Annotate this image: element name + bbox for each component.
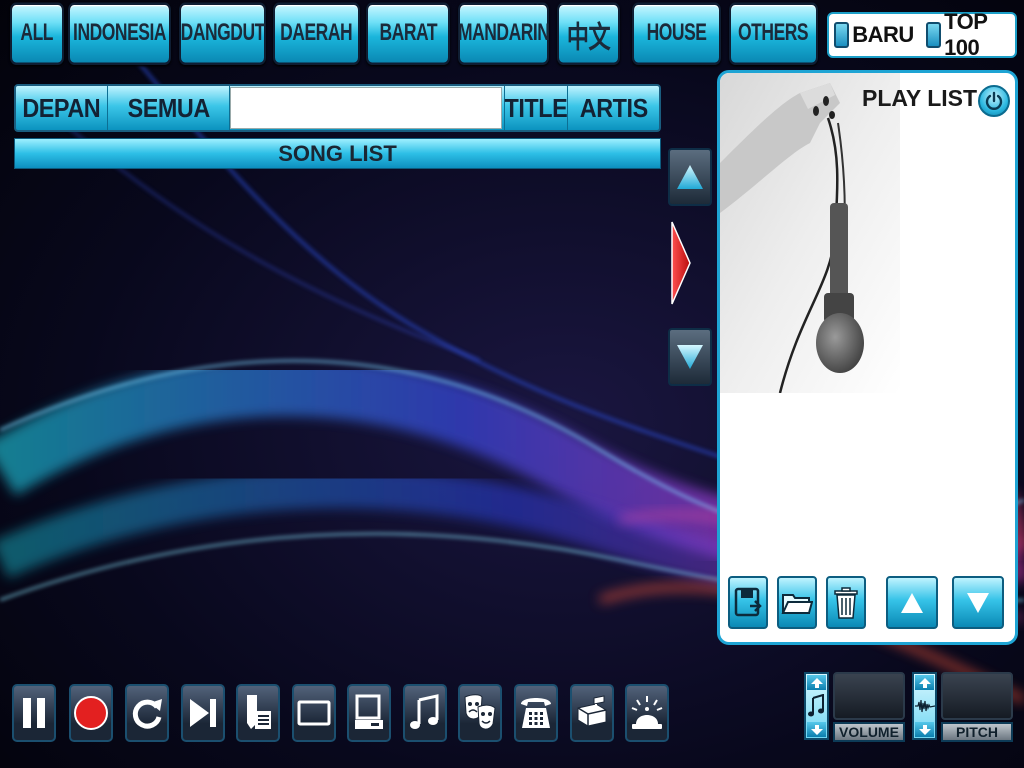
waveform-icon: [915, 699, 935, 713]
category-tab-label: ALL: [20, 20, 54, 47]
music-button[interactable]: [403, 684, 447, 742]
trash-icon: [834, 586, 858, 619]
pitch-down-button[interactable]: [915, 722, 934, 737]
top100-checkbox[interactable]: [925, 22, 942, 48]
category-tab-label: INDONESIA: [73, 20, 167, 47]
delete-song-button[interactable]: [826, 576, 866, 629]
music-note-icon: [410, 694, 439, 729]
category-tab[interactable]: DAERAH: [273, 2, 360, 65]
volume-down-button[interactable]: [807, 722, 826, 737]
drama-button[interactable]: [458, 684, 502, 742]
search-by-title-label: TITLE: [504, 92, 568, 123]
play-selected-arrow-icon[interactable]: [670, 220, 692, 306]
arrow-down-icon: [918, 724, 931, 735]
category-tab[interactable]: DANGDUT: [179, 2, 266, 65]
save-playlist-button[interactable]: [728, 576, 768, 629]
volume-display: [833, 672, 905, 720]
search-mode-front-button[interactable]: DEPAN: [16, 86, 108, 130]
pitch-control-strip: [912, 672, 937, 740]
telephone-icon: [521, 698, 551, 728]
volume-label: VOLUME: [833, 722, 905, 742]
screen-button[interactable]: [292, 684, 336, 742]
arrow-down-icon: [810, 724, 823, 735]
computer-icon: [355, 694, 383, 729]
search-mode-all-label: SEMUA: [127, 92, 210, 123]
category-tab[interactable]: 中文: [557, 2, 620, 65]
category-tab-label: BARAT: [379, 20, 437, 47]
search-by-artist-label: ARTIS: [579, 92, 648, 123]
category-tab-label: DANGDUT: [180, 20, 265, 47]
category-tab[interactable]: ALL: [10, 2, 64, 65]
open-folder-icon: [781, 593, 813, 614]
record-button[interactable]: [69, 684, 113, 742]
pause-icon: [23, 698, 45, 728]
volume-control-strip: [804, 672, 829, 740]
filter-box: BARU TOP 100: [827, 9, 1017, 60]
song-list-header: SONG LIST: [14, 138, 661, 169]
repeat-button[interactable]: [125, 684, 169, 742]
new-songs-checkbox[interactable]: [834, 22, 850, 48]
power-icon: [985, 91, 1003, 110]
skip-next-button[interactable]: [181, 684, 225, 742]
category-tab[interactable]: HOUSE: [632, 2, 721, 65]
pitch-display: [941, 672, 1013, 720]
top100-label: TOP 100: [944, 9, 987, 60]
arrow-up-icon: [810, 677, 823, 688]
search-by-title-button[interactable]: TITLE: [504, 86, 568, 130]
move-down-icon: [967, 592, 989, 613]
search-mode-all-button[interactable]: SEMUA: [108, 86, 230, 130]
category-tab-label: HOUSE: [646, 20, 707, 47]
drama-masks-icon: [464, 694, 496, 730]
arrow-up-icon: [918, 677, 931, 688]
new-songs-label: BARU: [852, 22, 914, 47]
mailbox-button[interactable]: [570, 684, 614, 742]
telephone-button[interactable]: [514, 684, 558, 742]
microphone-hand-image: [720, 73, 900, 393]
move-song-down-button[interactable]: [952, 576, 1004, 629]
music-note-icon: [808, 694, 824, 717]
score-icon: [247, 695, 271, 729]
repeat-icon: [132, 699, 162, 729]
volume-up-button[interactable]: [807, 675, 826, 690]
playlist-panel: PLAY LIST: [717, 70, 1018, 645]
save-icon: [734, 587, 762, 616]
service-bell-icon: [631, 696, 663, 729]
song-list-scroll-up-button[interactable]: [668, 148, 712, 206]
mailbox-icon: [577, 695, 607, 727]
screen-icon: [297, 700, 331, 726]
pitch-label: PITCH: [941, 722, 1013, 742]
category-tab-label: DAERAH: [280, 20, 353, 47]
category-tab-label: 中文: [566, 19, 611, 55]
category-tab[interactable]: BARAT: [366, 2, 450, 65]
triangle-down-icon: [677, 345, 703, 369]
score-button[interactable]: [236, 684, 280, 742]
move-up-icon: [901, 592, 923, 613]
pause-button[interactable]: [12, 684, 56, 742]
search-by-artist-button[interactable]: ARTIS: [568, 86, 659, 130]
category-tab[interactable]: OTHERS: [729, 2, 818, 65]
category-tab[interactable]: INDONESIA: [68, 2, 171, 65]
search-input[interactable]: [230, 87, 502, 129]
record-icon: [74, 696, 108, 730]
triangle-up-icon: [677, 165, 703, 189]
open-playlist-button[interactable]: [777, 576, 817, 629]
search-bar: DEPAN SEMUA TITLE ARTIS: [14, 84, 661, 132]
category-tab[interactable]: MANDARIN: [457, 2, 550, 65]
move-song-up-button[interactable]: [886, 576, 938, 629]
song-list-scroll-down-button[interactable]: [668, 328, 712, 386]
playlist-items[interactable]: [720, 393, 1015, 573]
pitch-up-button[interactable]: [915, 675, 934, 690]
playlist-title: PLAY LIST: [862, 85, 978, 111]
computer-button[interactable]: [347, 684, 391, 742]
category-tab-label: OTHERS: [738, 20, 809, 47]
search-mode-front-label: DEPAN: [22, 92, 101, 123]
power-button[interactable]: [978, 85, 1010, 117]
song-list[interactable]: [14, 170, 661, 670]
category-tab-label: MANDARIN: [457, 20, 550, 47]
skip-next-icon: [190, 699, 216, 727]
service-bell-button[interactable]: [625, 684, 669, 742]
